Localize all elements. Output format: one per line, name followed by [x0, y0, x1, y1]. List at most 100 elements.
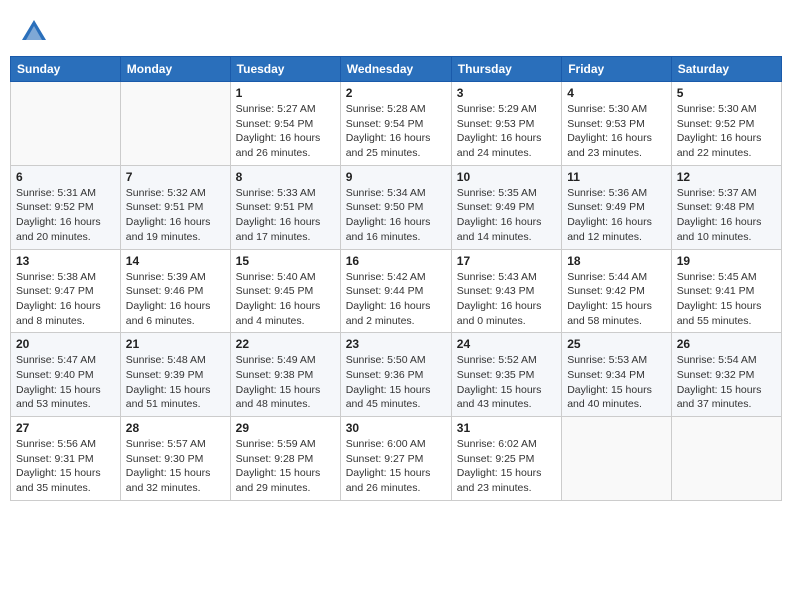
day-number: 1 [236, 86, 335, 100]
day-info: Sunrise: 5:30 AM Sunset: 9:52 PM Dayligh… [677, 102, 776, 161]
calendar-week-row: 6 Sunrise: 5:31 AM Sunset: 9:52 PM Daylig… [11, 165, 782, 249]
day-number: 6 [16, 170, 115, 184]
day-number: 16 [346, 254, 446, 268]
day-number: 21 [126, 337, 225, 351]
day-number: 2 [346, 86, 446, 100]
day-info: Sunrise: 5:35 AM Sunset: 9:49 PM Dayligh… [457, 186, 556, 245]
day-info: Sunrise: 5:48 AM Sunset: 9:39 PM Dayligh… [126, 353, 225, 412]
day-number: 28 [126, 421, 225, 435]
calendar-cell: 7 Sunrise: 5:32 AM Sunset: 9:51 PM Daylig… [120, 165, 230, 249]
day-info: Sunrise: 5:31 AM Sunset: 9:52 PM Dayligh… [16, 186, 115, 245]
weekday-header: Thursday [451, 57, 561, 82]
day-number: 3 [457, 86, 556, 100]
calendar-cell: 30Sunrise: 6:00 AM Sunset: 9:27 PM Dayli… [340, 417, 451, 501]
calendar-cell: 15 Sunrise: 5:40 AM Sunset: 9:45 PM Dayli… [230, 249, 340, 333]
calendar-week-row: 1 Sunrise: 5:27 AM Sunset: 9:54 PM Daylig… [11, 82, 782, 166]
day-info: Sunrise: 6:02 AM Sunset: 9:25 PM Dayligh… [457, 437, 556, 496]
weekday-header: Friday [562, 57, 672, 82]
day-info: Sunrise: 5:30 AM Sunset: 9:53 PM Dayligh… [567, 102, 666, 161]
day-number: 19 [677, 254, 776, 268]
day-number: 18 [567, 254, 666, 268]
day-number: 26 [677, 337, 776, 351]
day-number: 12 [677, 170, 776, 184]
weekday-header: Saturday [671, 57, 781, 82]
day-info: Sunrise: 5:28 AM Sunset: 9:54 PM Dayligh… [346, 102, 446, 161]
day-info: Sunrise: 5:47 AM Sunset: 9:40 PM Dayligh… [16, 353, 115, 412]
calendar-cell: 14 Sunrise: 5:39 AM Sunset: 9:46 PM Dayli… [120, 249, 230, 333]
calendar-header-row: SundayMondayTuesdayWednesdayThursdayFrid… [11, 57, 782, 82]
page-header [10, 10, 782, 50]
day-info: Sunrise: 5:27 AM Sunset: 9:54 PM Dayligh… [236, 102, 335, 161]
calendar-cell: 3 Sunrise: 5:29 AM Sunset: 9:53 PM Daylig… [451, 82, 561, 166]
day-number: 29 [236, 421, 335, 435]
day-number: 10 [457, 170, 556, 184]
calendar-week-row: 13 Sunrise: 5:38 AM Sunset: 9:47 PM Dayli… [11, 249, 782, 333]
calendar-cell: 23 Sunrise: 5:50 AM Sunset: 9:36 PM Dayli… [340, 333, 451, 417]
weekday-header: Wednesday [340, 57, 451, 82]
calendar-table: SundayMondayTuesdayWednesdayThursdayFrid… [10, 56, 782, 501]
calendar-week-row: 20Sunrise: 5:47 AM Sunset: 9:40 PM Dayli… [11, 333, 782, 417]
day-number: 14 [126, 254, 225, 268]
calendar-cell: 11 Sunrise: 5:36 AM Sunset: 9:49 PM Dayli… [562, 165, 672, 249]
calendar-cell: 18Sunrise: 5:44 AM Sunset: 9:42 PM Dayli… [562, 249, 672, 333]
calendar-cell [120, 82, 230, 166]
day-info: Sunrise: 5:54 AM Sunset: 9:32 PM Dayligh… [677, 353, 776, 412]
day-number: 13 [16, 254, 115, 268]
day-number: 23 [346, 337, 446, 351]
day-info: Sunrise: 5:56 AM Sunset: 9:31 PM Dayligh… [16, 437, 115, 496]
calendar-cell: 10 Sunrise: 5:35 AM Sunset: 9:49 PM Dayli… [451, 165, 561, 249]
day-info: Sunrise: 5:29 AM Sunset: 9:53 PM Dayligh… [457, 102, 556, 161]
day-number: 7 [126, 170, 225, 184]
day-info: Sunrise: 5:39 AM Sunset: 9:46 PM Dayligh… [126, 270, 225, 329]
calendar-cell: 29 Sunrise: 5:59 AM Sunset: 9:28 PM Dayli… [230, 417, 340, 501]
calendar-cell: 9Sunrise: 5:34 AM Sunset: 9:50 PM Daylig… [340, 165, 451, 249]
day-info: Sunrise: 5:34 AM Sunset: 9:50 PM Dayligh… [346, 186, 446, 245]
day-number: 22 [236, 337, 335, 351]
calendar-week-row: 27 Sunrise: 5:56 AM Sunset: 9:31 PM Dayli… [11, 417, 782, 501]
day-info: Sunrise: 6:00 AM Sunset: 9:27 PM Dayligh… [346, 437, 446, 496]
calendar-cell: 24 Sunrise: 5:52 AM Sunset: 9:35 PM Dayli… [451, 333, 561, 417]
day-info: Sunrise: 5:40 AM Sunset: 9:45 PM Dayligh… [236, 270, 335, 329]
calendar-cell: 12Sunrise: 5:37 AM Sunset: 9:48 PM Dayli… [671, 165, 781, 249]
calendar-cell: 13 Sunrise: 5:38 AM Sunset: 9:47 PM Dayli… [11, 249, 121, 333]
calendar-cell: 16Sunrise: 5:42 AM Sunset: 9:44 PM Dayli… [340, 249, 451, 333]
weekday-header: Tuesday [230, 57, 340, 82]
calendar-cell [671, 417, 781, 501]
calendar-cell: 6 Sunrise: 5:31 AM Sunset: 9:52 PM Daylig… [11, 165, 121, 249]
calendar-cell: 1 Sunrise: 5:27 AM Sunset: 9:54 PM Daylig… [230, 82, 340, 166]
day-info: Sunrise: 5:45 AM Sunset: 9:41 PM Dayligh… [677, 270, 776, 329]
day-number: 5 [677, 86, 776, 100]
day-number: 27 [16, 421, 115, 435]
calendar-cell: 5 Sunrise: 5:30 AM Sunset: 9:52 PM Daylig… [671, 82, 781, 166]
calendar-cell: 27 Sunrise: 5:56 AM Sunset: 9:31 PM Dayli… [11, 417, 121, 501]
day-number: 24 [457, 337, 556, 351]
calendar-cell: 20Sunrise: 5:47 AM Sunset: 9:40 PM Dayli… [11, 333, 121, 417]
day-number: 15 [236, 254, 335, 268]
calendar-cell: 4Sunrise: 5:30 AM Sunset: 9:53 PM Daylig… [562, 82, 672, 166]
calendar-cell [11, 82, 121, 166]
day-info: Sunrise: 5:32 AM Sunset: 9:51 PM Dayligh… [126, 186, 225, 245]
weekday-header: Sunday [11, 57, 121, 82]
day-info: Sunrise: 5:59 AM Sunset: 9:28 PM Dayligh… [236, 437, 335, 496]
day-info: Sunrise: 5:50 AM Sunset: 9:36 PM Dayligh… [346, 353, 446, 412]
logo [20, 18, 52, 46]
day-number: 31 [457, 421, 556, 435]
day-number: 11 [567, 170, 666, 184]
calendar-cell: 31 Sunrise: 6:02 AM Sunset: 9:25 PM Dayli… [451, 417, 561, 501]
calendar-cell: 22 Sunrise: 5:49 AM Sunset: 9:38 PM Dayli… [230, 333, 340, 417]
day-info: Sunrise: 5:49 AM Sunset: 9:38 PM Dayligh… [236, 353, 335, 412]
day-info: Sunrise: 5:57 AM Sunset: 9:30 PM Dayligh… [126, 437, 225, 496]
calendar-cell [562, 417, 672, 501]
day-info: Sunrise: 5:52 AM Sunset: 9:35 PM Dayligh… [457, 353, 556, 412]
day-info: Sunrise: 5:53 AM Sunset: 9:34 PM Dayligh… [567, 353, 666, 412]
day-number: 17 [457, 254, 556, 268]
logo-icon [20, 18, 48, 46]
day-number: 25 [567, 337, 666, 351]
calendar-cell: 28 Sunrise: 5:57 AM Sunset: 9:30 PM Dayli… [120, 417, 230, 501]
calendar-cell: 26 Sunrise: 5:54 AM Sunset: 9:32 PM Dayli… [671, 333, 781, 417]
calendar-cell: 19 Sunrise: 5:45 AM Sunset: 9:41 PM Dayli… [671, 249, 781, 333]
day-info: Sunrise: 5:38 AM Sunset: 9:47 PM Dayligh… [16, 270, 115, 329]
day-info: Sunrise: 5:43 AM Sunset: 9:43 PM Dayligh… [457, 270, 556, 329]
day-info: Sunrise: 5:36 AM Sunset: 9:49 PM Dayligh… [567, 186, 666, 245]
calendar-cell: 21 Sunrise: 5:48 AM Sunset: 9:39 PM Dayli… [120, 333, 230, 417]
